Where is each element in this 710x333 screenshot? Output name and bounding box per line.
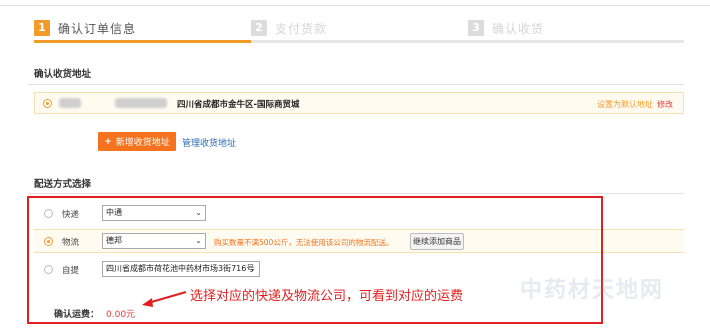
shipping-section-title: 配送方式选择 (34, 179, 92, 190)
add-address-button[interactable]: + 新增收货地址 (98, 132, 176, 151)
step-confirm-order: 1 确认订单信息 (34, 18, 136, 38)
address-row[interactable]: 四川省成都市金牛区-国际商贸城 设置为默认地址 修改 (34, 92, 684, 114)
divider (28, 193, 684, 194)
blurred-phone-number (115, 98, 167, 108)
step-number: 2 (251, 20, 267, 36)
top-border (0, 0, 710, 6)
plus-icon: + (104, 136, 112, 147)
set-default-link[interactable]: 设置为默认地址 (597, 99, 653, 110)
add-address-label: 新增收货地址 (115, 138, 170, 148)
annotation-text: 选择对应的快递及物流公司，可看到对应的运费 (190, 289, 464, 304)
order-steps: 1 确认订单信息 2 支付货款 3 确认收货 (34, 18, 684, 43)
address-text: 四川省成都市金牛区-国际商贸城 (177, 100, 300, 110)
address-radio[interactable] (43, 99, 52, 108)
step-confirm-receipt: 3 确认收货 (468, 18, 544, 38)
manage-address-link[interactable]: 管理收货地址 (182, 136, 236, 149)
step-label: 确认收货 (492, 21, 545, 36)
watermark: 中药材天地网 (520, 278, 665, 303)
modify-address-link[interactable]: 修改 (657, 99, 673, 110)
step-label: 支付货款 (275, 21, 328, 36)
step-label: 确认订单信息 (58, 21, 137, 36)
step-payment: 2 支付货款 (251, 18, 327, 38)
step-number: 1 (34, 20, 50, 36)
steps-progress-bar (34, 40, 684, 43)
annotation-highlight-box (27, 196, 603, 324)
annotation-arrow-icon (142, 291, 187, 307)
address-section-title: 确认收货地址 (34, 69, 92, 80)
blurred-recipient-name (59, 98, 81, 108)
steps-progress-active (34, 40, 251, 43)
divider (28, 84, 684, 85)
step-number: 3 (468, 20, 484, 36)
